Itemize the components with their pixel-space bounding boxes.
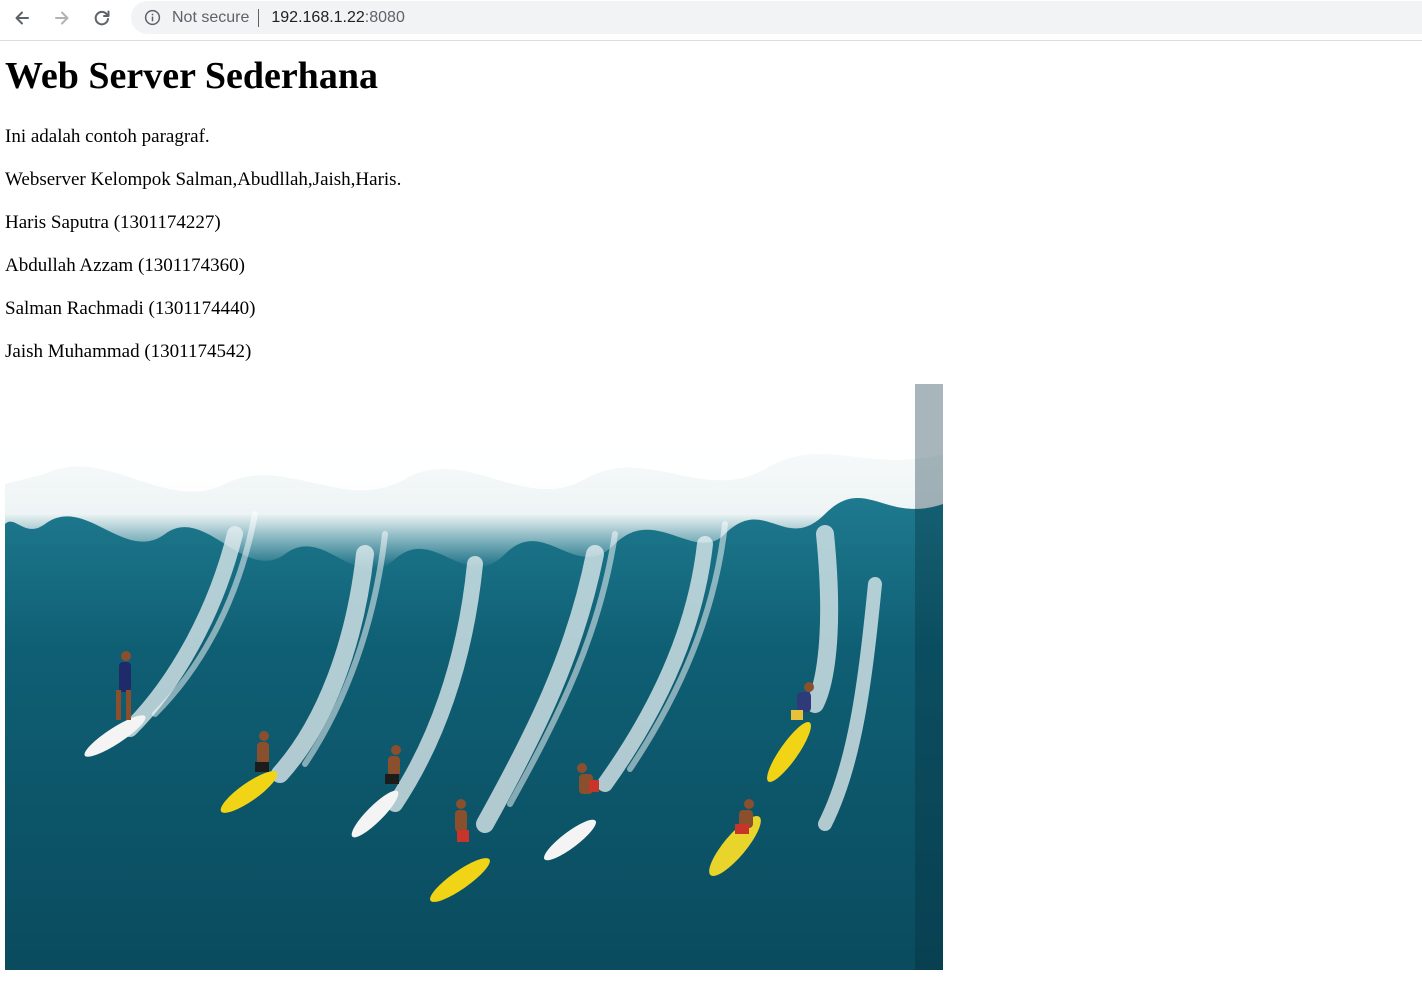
info-circle-icon[interactable] <box>143 9 161 27</box>
surfers-image <box>5 384 943 970</box>
browser-toolbar: Not secure 192.168.1.22:8080 <box>0 0 1422 41</box>
forward-button[interactable] <box>48 6 76 34</box>
back-button[interactable] <box>8 6 36 34</box>
address-bar[interactable]: Not secure 192.168.1.22:8080 <box>131 1 1422 34</box>
page-heading: Web Server Sederhana <box>5 55 378 97</box>
arrow-right-icon <box>52 8 72 32</box>
security-status-label[interactable]: Not secure <box>172 9 249 27</box>
member-salman: Salman Rachmadi (1301174440) <box>5 298 256 319</box>
member-jaish: Jaish Muhammad (1301174542) <box>5 341 252 362</box>
url-text[interactable]: 192.168.1.22:8080 <box>271 9 404 27</box>
omnibox-divider <box>258 8 260 27</box>
url-port: :8080 <box>364 8 405 26</box>
arrow-left-icon <box>12 8 32 32</box>
reload-button[interactable] <box>88 6 116 34</box>
paragraph-intro: Ini adalah contoh paragraf. <box>5 126 210 147</box>
paragraph-group: Webserver Kelompok Salman,Abudllah,Jaish… <box>5 169 402 190</box>
member-haris: Haris Saputra (1301174227) <box>5 212 221 233</box>
page-content: Web Server Sederhana Ini adalah contoh p… <box>5 41 1415 362</box>
member-abdullah: Abdullah Azzam (1301174360) <box>5 255 245 276</box>
reload-icon <box>92 8 112 32</box>
url-host: 192.168.1.22 <box>271 8 365 26</box>
